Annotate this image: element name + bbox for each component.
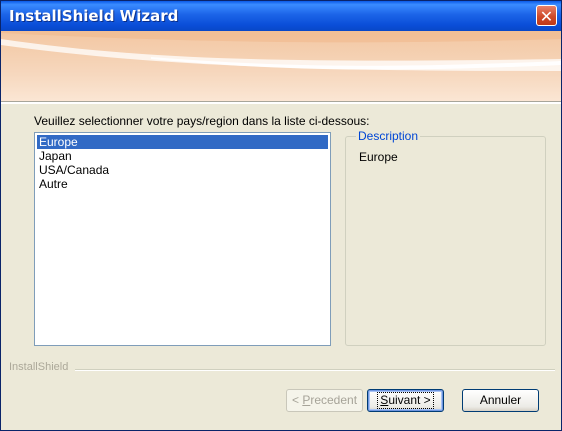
list-item-japan[interactable]: Japan <box>37 149 328 163</box>
list-item-usa-canada[interactable]: USA/Canada <box>37 163 328 177</box>
window-title: InstallShield Wizard <box>9 7 179 25</box>
installshield-brand: InstallShield <box>9 361 69 373</box>
title-bar[interactable]: InstallShield Wizard ✕ <box>1 1 561 31</box>
content-area: Veuillez selectionner votre pays/region … <box>1 104 561 362</box>
description-text: Europe <box>359 150 398 164</box>
brand-separator <box>75 369 555 371</box>
country-list[interactable]: Europe Japan USA/Canada Autre <box>34 132 331 346</box>
next-button[interactable]: Suivant > <box>367 389 444 412</box>
back-button[interactable]: < Precedent <box>286 389 363 412</box>
description-group <box>345 136 546 346</box>
instruction-text: Veuillez selectionner votre pays/region … <box>34 114 370 128</box>
list-item-europe[interactable]: Europe <box>37 135 328 149</box>
close-icon: ✕ <box>539 7 554 26</box>
installer-window: InstallShield Wizard ✕ Veuillez selectio… <box>0 0 562 431</box>
banner-swoosh-graphic <box>1 31 561 71</box>
close-button[interactable]: ✕ <box>536 5 557 26</box>
cancel-button[interactable]: Annuler <box>462 389 539 412</box>
next-button-label: Suivant > <box>377 392 434 409</box>
list-item-autre[interactable]: Autre <box>37 177 328 191</box>
header-banner <box>1 31 561 101</box>
back-button-label: < Precedent <box>291 393 358 407</box>
description-title: Description <box>356 129 421 143</box>
